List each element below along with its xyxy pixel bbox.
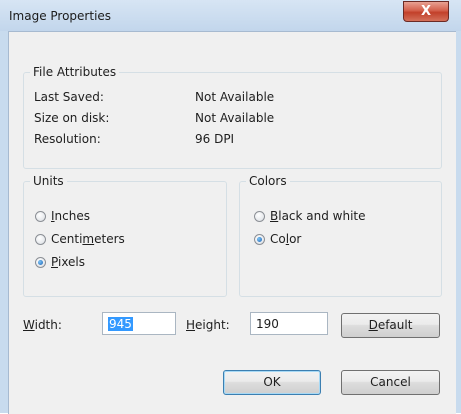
title-bar[interactable]: Image Properties X (0, 0, 461, 31)
width-value: 945 (108, 317, 133, 331)
close-icon: X (420, 4, 432, 19)
resolution-value: 96 DPI (195, 132, 235, 146)
last-saved-value: Not Available (195, 90, 275, 104)
pixels-label: Pixels (51, 255, 86, 269)
radio-icon (254, 210, 265, 222)
dialog-body: File Attributes Last Saved: Not Availabl… (8, 31, 456, 414)
last-saved-label: Last Saved: (34, 90, 104, 104)
close-button[interactable]: X (403, 1, 449, 22)
height-input[interactable]: 190 (250, 312, 328, 335)
file-attributes-legend: File Attributes (30, 65, 120, 79)
units-legend: Units (30, 174, 67, 188)
image-properties-dialog: Image Properties X File Attributes Last … (0, 0, 461, 414)
colors-group: Colors Black and white Color (239, 174, 442, 297)
radio-icon (35, 210, 46, 222)
radio-checked-icon (35, 256, 46, 268)
width-label: Width: (23, 318, 62, 332)
inches-radio[interactable]: Inches (35, 209, 90, 223)
color-radio[interactable]: Color (254, 232, 301, 246)
radio-icon (35, 233, 46, 245)
height-value: 190 (256, 317, 279, 331)
radio-checked-icon (254, 233, 265, 245)
cancel-button[interactable]: Cancel (341, 370, 440, 395)
size-on-disk-value: Not Available (195, 111, 275, 125)
default-button[interactable]: Default (341, 313, 440, 338)
centimeters-label: Centimeters (51, 232, 125, 246)
ok-button[interactable]: OK (223, 370, 321, 395)
inches-label: Inches (51, 209, 90, 223)
window-title: Image Properties (9, 9, 112, 23)
file-attributes-group: File Attributes Last Saved: Not Availabl… (23, 65, 442, 169)
size-on-disk-label: Size on disk: (34, 111, 110, 125)
black-and-white-radio[interactable]: Black and white (254, 209, 366, 223)
height-label: Height: (186, 318, 230, 332)
black-and-white-label: Black and white (270, 209, 366, 223)
resolution-label: Resolution: (34, 132, 101, 146)
pixels-radio[interactable]: Pixels (35, 255, 85, 269)
units-group: Units Inches Centimeters Pixels (23, 174, 227, 297)
centimeters-radio[interactable]: Centimeters (35, 232, 125, 246)
color-label: Color (270, 232, 302, 246)
colors-legend: Colors (246, 174, 290, 188)
width-input[interactable]: 945 (102, 312, 176, 335)
